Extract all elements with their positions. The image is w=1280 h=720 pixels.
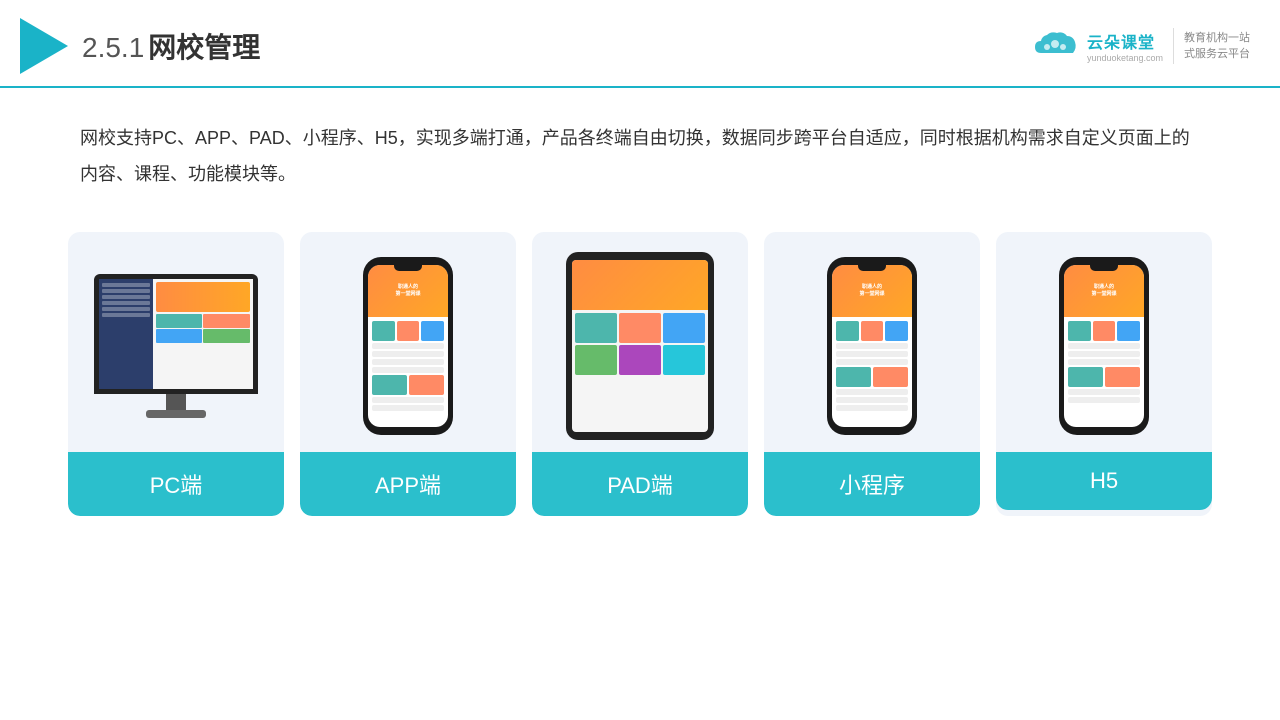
header-left: 2.5.1网校管理 — [20, 18, 260, 74]
title-number: 2.5.1 — [82, 32, 144, 63]
cards-container: PC端 职通人的第一堂网课 — [0, 212, 1280, 546]
miniprogram-label: 小程序 — [764, 452, 980, 516]
description-text: 网校支持PC、APP、PAD、小程序、H5，实现多端打通，产品各终端自由切换，数… — [0, 88, 1280, 212]
page-title: 2.5.1网校管理 — [82, 26, 260, 66]
brand-text: 云朵课堂 yunduoketang.com — [1087, 29, 1163, 63]
description-paragraph: 网校支持PC、APP、PAD、小程序、H5，实现多端打通，产品各终端自由切换，数… — [80, 120, 1200, 192]
pc-monitor-icon — [94, 274, 258, 418]
header-right: 云朵课堂 yunduoketang.com 教育机构一站式服务云平台 — [1033, 28, 1250, 64]
mini-phone-icon: 职通人的第一堂网课 — [827, 257, 917, 435]
card-app: 职通人的第一堂网课 — [300, 232, 516, 516]
pad-image-area — [532, 232, 748, 452]
card-pc: PC端 — [68, 232, 284, 516]
service-label: 教育机构一站式服务云平台 — [1184, 30, 1250, 63]
pc-image-area — [68, 232, 284, 452]
pad-ipad-icon — [566, 252, 714, 440]
brand-name-text: 云朵课堂 — [1087, 29, 1155, 53]
h5-label: H5 — [996, 452, 1212, 510]
mini-image-area: 职通人的第一堂网课 — [764, 232, 980, 452]
brand-logo — [1033, 31, 1077, 61]
card-h5: 职通人的第一堂网课 — [996, 232, 1212, 516]
card-miniprogram: 职通人的第一堂网课 — [764, 232, 980, 516]
header: 2.5.1网校管理 云朵课堂 yunduoketang.com 教育机构一站式服… — [0, 0, 1280, 88]
h5-image-area: 职通人的第一堂网课 — [996, 232, 1212, 452]
card-pad: PAD端 — [532, 232, 748, 516]
h5-phone-icon: 职通人的第一堂网课 — [1059, 257, 1149, 435]
logo-triangle-icon — [20, 18, 68, 74]
pc-label: PC端 — [68, 452, 284, 516]
pad-label: PAD端 — [532, 452, 748, 516]
brand-domain-text: yunduoketang.com — [1087, 53, 1163, 63]
app-label: APP端 — [300, 452, 516, 516]
app-image-area: 职通人的第一堂网课 — [300, 232, 516, 452]
app-phone-icon: 职通人的第一堂网课 — [363, 257, 453, 435]
title-main: 网校管理 — [148, 32, 260, 63]
header-divider — [1173, 28, 1174, 64]
cloud-logo-icon — [1033, 31, 1077, 61]
